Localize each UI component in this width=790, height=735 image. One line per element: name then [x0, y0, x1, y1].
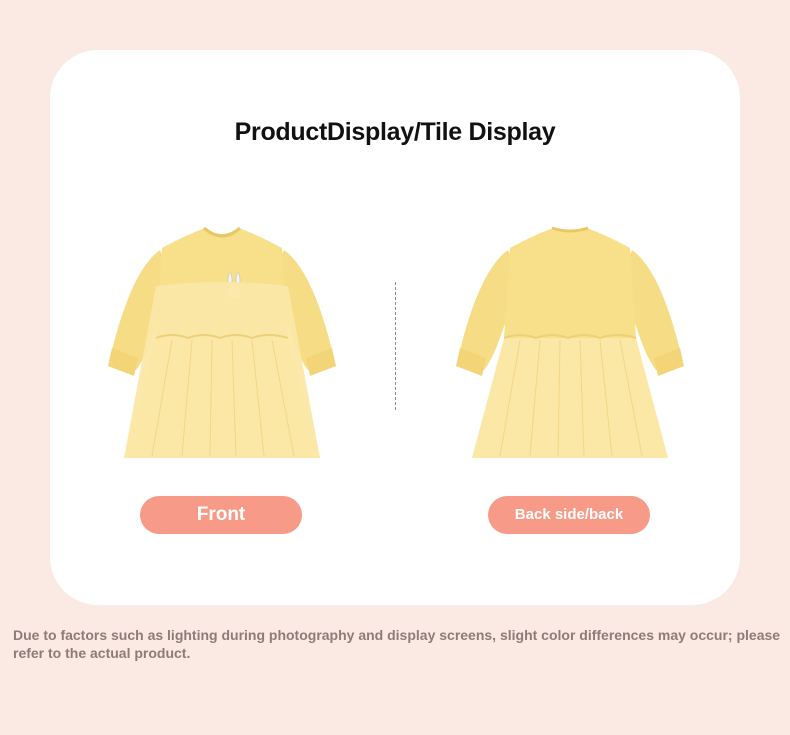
center-divider	[395, 282, 396, 410]
color-disclaimer: Due to factors such as lighting during p…	[13, 627, 781, 661]
product-display-card: ProductDisplay/Tile Display Front Back s…	[50, 50, 740, 605]
front-dress-image	[108, 226, 336, 458]
back-view-label: Back side/back	[488, 496, 650, 534]
front-view-label: Front	[140, 496, 302, 534]
back-dress-image	[456, 226, 684, 458]
page-title: ProductDisplay/Tile Display	[234, 118, 556, 146]
